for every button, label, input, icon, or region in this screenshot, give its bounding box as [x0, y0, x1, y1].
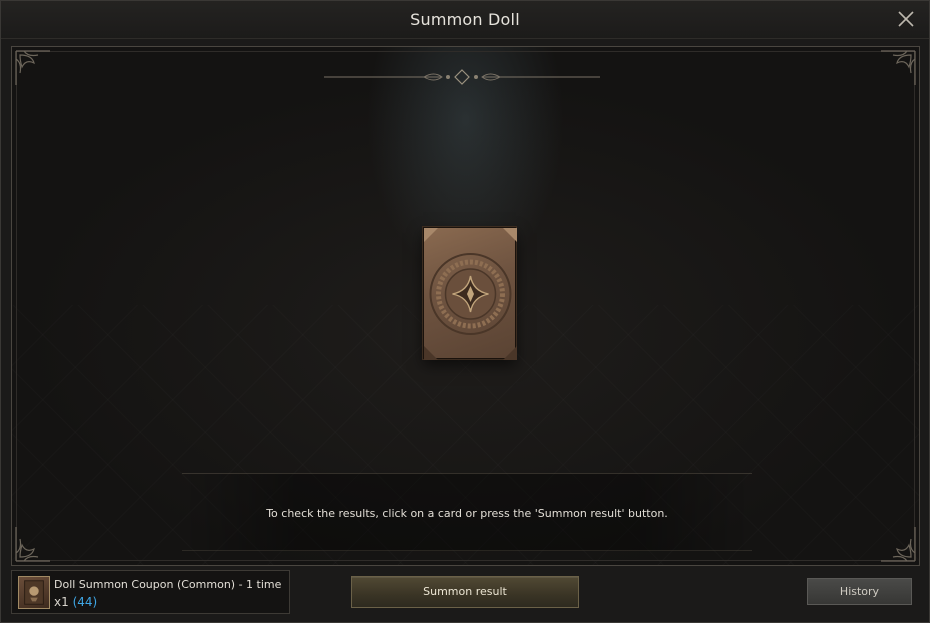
history-button[interactable]: History	[807, 578, 912, 605]
star-emblem-icon	[424, 228, 517, 360]
corner-ornament-icon	[879, 49, 917, 87]
coupon-name: Doll Summon Coupon (Common) - 1 time	[54, 578, 282, 591]
title-bar: Summon Doll	[1, 1, 929, 39]
close-icon[interactable]	[897, 10, 915, 28]
message-band: To check the results, click on a card or…	[182, 473, 752, 551]
instruction-text: To check the results, click on a card or…	[266, 507, 668, 520]
coupon-info: Doll Summon Coupon (Common) - 1 time x1 …	[11, 570, 290, 614]
corner-ornament-icon	[14, 49, 52, 87]
corner-ornament-icon	[14, 525, 52, 563]
summon-card[interactable]	[423, 227, 517, 360]
top-divider-ornament-icon	[324, 67, 600, 87]
coupon-item-icon	[18, 576, 50, 609]
window-title: Summon Doll	[410, 10, 520, 29]
summon-result-button[interactable]: Summon result	[351, 576, 579, 608]
corner-ornament-icon	[879, 525, 917, 563]
summon-doll-window: Summon Doll To check the results, click …	[0, 0, 930, 623]
coupon-quantity: x1 (44)	[54, 595, 97, 609]
summon-stage: To check the results, click on a card or…	[11, 46, 920, 566]
coupon-cost: x1	[54, 595, 69, 609]
coupon-owned-count: (44)	[72, 595, 98, 609]
